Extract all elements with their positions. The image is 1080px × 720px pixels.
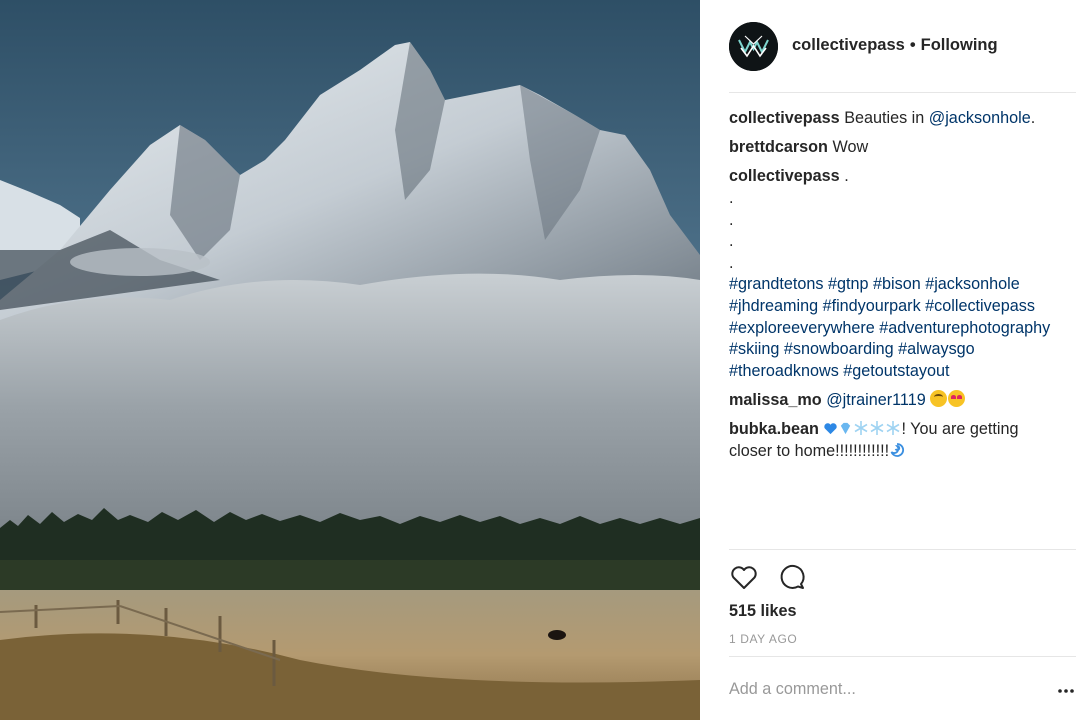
hashtag-line[interactable]: #exploreeverywhere #adventurephotography — [729, 318, 1069, 340]
more-options-icon[interactable] — [1057, 682, 1075, 700]
dot-line: . — [729, 253, 734, 272]
comment-mention[interactable]: @jacksonhole — [929, 109, 1031, 127]
comment: malissa_mo @jtrainer1119 — [729, 389, 1069, 412]
likes-count[interactable]: 515 likes — [729, 602, 797, 621]
comment-text-end: . — [1030, 109, 1036, 127]
add-comment-input[interactable] — [729, 680, 1029, 699]
avatar[interactable] — [729, 22, 778, 71]
divider — [729, 656, 1076, 657]
snowflake-emoji-icon — [855, 421, 868, 436]
comment-icon[interactable] — [777, 562, 807, 592]
username-link[interactable]: collectivepass — [792, 36, 905, 55]
upside-down-face-emoji-icon — [930, 389, 948, 407]
dot-line: . — [729, 188, 734, 207]
post-actions — [729, 562, 807, 592]
comment-text: Wow — [832, 138, 869, 157]
hashtag-line[interactable]: #grandtetons #gtnp #bison #jacksonhole — [729, 274, 1069, 296]
comment-username[interactable]: collectivepass — [729, 109, 840, 127]
following-button[interactable]: Following — [921, 36, 998, 55]
header-text: collectivepass • Following — [792, 36, 998, 55]
dot-line: . — [729, 210, 734, 229]
hashtag-line[interactable]: #jhdreaming #findyourpark #collectivepas… — [729, 296, 1069, 318]
snowflake-emoji-icon — [887, 421, 900, 436]
post-detail-panel: collectivepass • Following collectivepas… — [700, 0, 1080, 720]
comment-username[interactable]: bubka.bean — [729, 420, 819, 438]
comment-text-continued: closer to home!!!!!!!!!!!! — [729, 441, 1069, 463]
cyclone-emoji-icon — [890, 442, 905, 457]
comment-text: Beauties in — [844, 109, 929, 127]
header-separator: • — [909, 36, 916, 54]
comment-text: ! You are getting — [901, 420, 1019, 439]
post-timestamp[interactable]: 1 DAY AGO — [729, 632, 797, 646]
comment-username[interactable]: collectivepass — [729, 167, 840, 185]
snowflake-emoji-icon — [871, 421, 884, 436]
post-photo[interactable] — [0, 0, 700, 720]
comment-text: . — [844, 167, 849, 186]
divider — [729, 549, 1076, 550]
gem-emoji-icon — [841, 422, 851, 435]
teton-landscape-image — [0, 0, 700, 720]
comment-username[interactable]: malissa_mo — [729, 391, 822, 409]
comment-text-line2: closer to home!!!!!!!!!!!! — [729, 441, 890, 460]
comment: collectivepass . . . . . #grandtetons #g… — [729, 166, 1069, 382]
comment-mention[interactable]: @jtrainer1119 — [826, 391, 926, 409]
comment-username[interactable]: brettdcarson — [729, 138, 828, 156]
comment: collectivepass Beauties in @jacksonhole. — [729, 108, 1069, 130]
blue-heart-emoji-icon — [824, 423, 838, 435]
divider — [729, 92, 1076, 93]
heart-icon[interactable] — [729, 562, 759, 592]
heart-eyes-emoji-icon — [948, 389, 966, 407]
hashtag-line[interactable]: #theroadknows #getoutstayout — [729, 361, 1069, 383]
dot-line: . — [729, 232, 734, 251]
comment: brettdcarson Wow — [729, 137, 1069, 159]
post-header: collectivepass • Following — [729, 20, 1075, 92]
avatar-logo-icon — [729, 22, 778, 71]
hashtag-line[interactable]: #skiing #snowboarding #alwaysgo — [729, 339, 1069, 361]
comment: bubka.bean ! You are getting closer to h… — [729, 419, 1069, 462]
comments-list: collectivepass Beauties in @jacksonhole.… — [729, 108, 1069, 470]
